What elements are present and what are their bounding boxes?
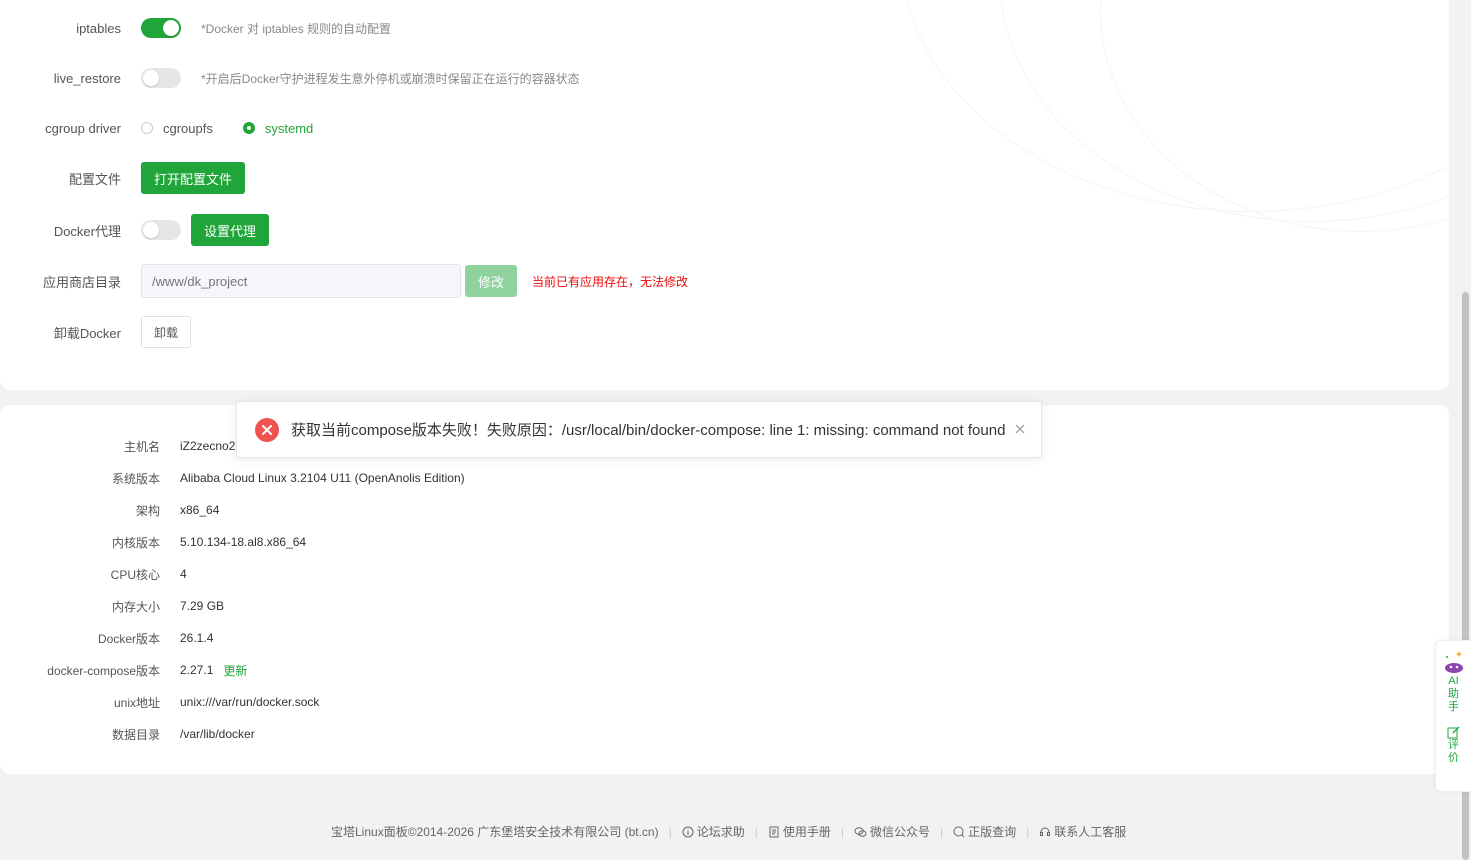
- info-value: 2.27.1: [180, 663, 214, 677]
- systemd-radio-label: systemd: [264, 120, 314, 136]
- uninstall-row: 卸载Docker 卸载: [0, 316, 192, 348]
- info-value: 4: [180, 567, 187, 581]
- info-row-kernel: 内核版本 5.10.134-18.al8.x86_64: [0, 532, 306, 552]
- info-row-cpu: CPU核心 4: [0, 564, 187, 584]
- cgroup-driver-label: cgroup driver: [45, 120, 121, 136]
- systemd-radio-dot: [242, 122, 255, 134]
- info-value: x86_64: [180, 503, 220, 517]
- docker-info-panel: 主机名 iZ2zecno2 系统版本 Alibaba Cloud Linux 3…: [0, 405, 1449, 774]
- ai-assistant-panel: AI助手 评价: [1435, 640, 1471, 792]
- footer-link-label: 使用手册: [782, 825, 831, 839]
- info-label: 主机名: [123, 439, 160, 454]
- config-file-row: 配置文件 打开配置文件: [0, 162, 246, 194]
- footer: 宝塔Linux面板©2014-2026 广东堡塔安全技术有限公司 (bt.cn)…: [331, 823, 1127, 840]
- search-icon: [953, 826, 965, 837]
- headset-icon: [1040, 827, 1051, 836]
- info-label: 内核版本: [111, 535, 160, 550]
- info-value: Alibaba Cloud Linux 3.2104 U11 (OpenAnol…: [180, 471, 465, 485]
- ai-assistant-label: AI助手: [1448, 675, 1459, 713]
- info-label: docker-compose版本: [47, 663, 160, 678]
- wechat-icon: [854, 826, 867, 837]
- footer-link-label: 论坛求助: [696, 825, 745, 839]
- info-value: 26.1.4: [180, 631, 214, 645]
- close-icon[interactable]: [1015, 421, 1025, 439]
- docker-settings-panel: iptables *Docker 对 iptables 规则的自动配置 live…: [0, 0, 1449, 390]
- uninstall-button[interactable]: 卸载: [141, 316, 192, 348]
- docker-proxy-row: Docker代理 设置代理: [0, 214, 270, 246]
- info-value: unix:///var/run/docker.sock: [180, 695, 320, 709]
- modify-dir-button[interactable]: 修改: [465, 265, 518, 297]
- cgroupfs-radio[interactable]: cgroupfs: [141, 121, 213, 136]
- footer-copyright: 宝塔Linux面板©2014-2026 广东堡塔安全技术有限公司 (bt.cn): [331, 825, 659, 839]
- live-restore-label: live_restore: [53, 70, 121, 86]
- info-row-memory: 内存大小 7.29 GB: [0, 596, 224, 616]
- info-label: 内存大小: [111, 599, 160, 614]
- set-proxy-button[interactable]: 设置代理: [191, 214, 270, 246]
- info-circle-icon: [682, 826, 694, 837]
- store-dir-input[interactable]: [141, 264, 461, 298]
- iptables-toggle[interactable]: [141, 18, 181, 38]
- update-compose-link[interactable]: 更新: [223, 662, 247, 679]
- info-label: CPU核心: [110, 567, 160, 582]
- docker-proxy-label: Docker代理: [53, 223, 121, 239]
- info-label: 数据目录: [111, 727, 160, 742]
- footer-link-label: 微信公众号: [870, 825, 931, 839]
- info-row-unix-socket: unix地址 unix:///var/run/docker.sock: [0, 692, 319, 712]
- footer-link-forum[interactable]: 论坛求助: [682, 823, 745, 840]
- uninstall-label: 卸载Docker: [53, 325, 121, 341]
- error-icon: [255, 417, 279, 442]
- info-value: 7.29 GB: [180, 599, 225, 613]
- live-restore-hint: *开启后Docker守护进程发生意外停机或崩溃时保留正在运行的容器状态: [201, 71, 580, 86]
- edit-icon: [1447, 726, 1460, 739]
- ai-mascot-icon: [1444, 651, 1463, 673]
- cgroupfs-radio-dot: [141, 122, 153, 134]
- info-label: Docker版本: [97, 631, 160, 646]
- iptables-row: iptables *Docker 对 iptables 规则的自动配置: [0, 13, 391, 43]
- info-value: 5.10.134-18.al8.x86_64: [180, 535, 307, 549]
- toast-message: 获取当前compose版本失败！失败原因：/usr/local/bin/dock…: [291, 422, 1006, 439]
- info-value: iZ2zecno2: [180, 439, 236, 453]
- config-file-label: 配置文件: [68, 171, 121, 187]
- document-icon: [769, 826, 779, 837]
- footer-link-support[interactable]: 联系人工客服: [1039, 823, 1126, 840]
- store-dir-row: 应用商店目录 修改 当前已有应用存在，无法修改: [0, 264, 689, 298]
- info-row-docker-version: Docker版本 26.1.4: [0, 628, 213, 648]
- info-row-data-dir: 数据目录 /var/lib/docker: [0, 724, 255, 744]
- store-dir-error: 当前已有应用存在，无法修改: [532, 274, 689, 289]
- footer-link-wechat[interactable]: 微信公众号: [854, 823, 930, 840]
- footer-link-label: 正版查询: [968, 825, 1017, 839]
- info-label: unix地址: [113, 695, 160, 710]
- error-toast: 获取当前compose版本失败！失败原因：/usr/local/bin/dock…: [236, 401, 1042, 458]
- info-row-hostname: 主机名 iZ2zecno2: [0, 436, 235, 456]
- info-label: 系统版本: [111, 471, 160, 486]
- ai-assistant-button[interactable]: AI助手: [1443, 649, 1465, 714]
- review-button[interactable]: 评价: [1447, 726, 1461, 765]
- live-restore-toggle[interactable]: [141, 68, 181, 88]
- footer-link-verify[interactable]: 正版查询: [953, 823, 1016, 840]
- info-row-arch: 架构 x86_64: [0, 500, 219, 520]
- iptables-label: iptables: [76, 20, 121, 36]
- live-restore-row: live_restore *开启后Docker守护进程发生意外停机或崩溃时保留正…: [0, 63, 580, 93]
- iptables-hint: *Docker 对 iptables 规则的自动配置: [201, 21, 392, 36]
- store-dir-label: 应用商店目录: [42, 274, 121, 290]
- info-value: /var/lib/docker: [180, 727, 255, 741]
- open-config-button[interactable]: 打开配置文件: [141, 162, 246, 194]
- cgroup-driver-row: cgroup driver cgroupfs systemd: [0, 113, 343, 143]
- docker-proxy-toggle[interactable]: [141, 220, 181, 240]
- systemd-radio[interactable]: systemd: [242, 120, 314, 136]
- footer-link-manual[interactable]: 使用手册: [768, 823, 831, 840]
- info-label: 架构: [135, 503, 160, 518]
- info-row-os: 系统版本 Alibaba Cloud Linux 3.2104 U11 (Ope…: [0, 468, 465, 488]
- review-label: 评价: [1448, 739, 1459, 764]
- info-row-compose-version: docker-compose版本 2.27.1 更新: [0, 660, 247, 680]
- cgroupfs-radio-label: cgroupfs: [163, 120, 213, 136]
- footer-link-label: 联系人工客服: [1054, 825, 1127, 839]
